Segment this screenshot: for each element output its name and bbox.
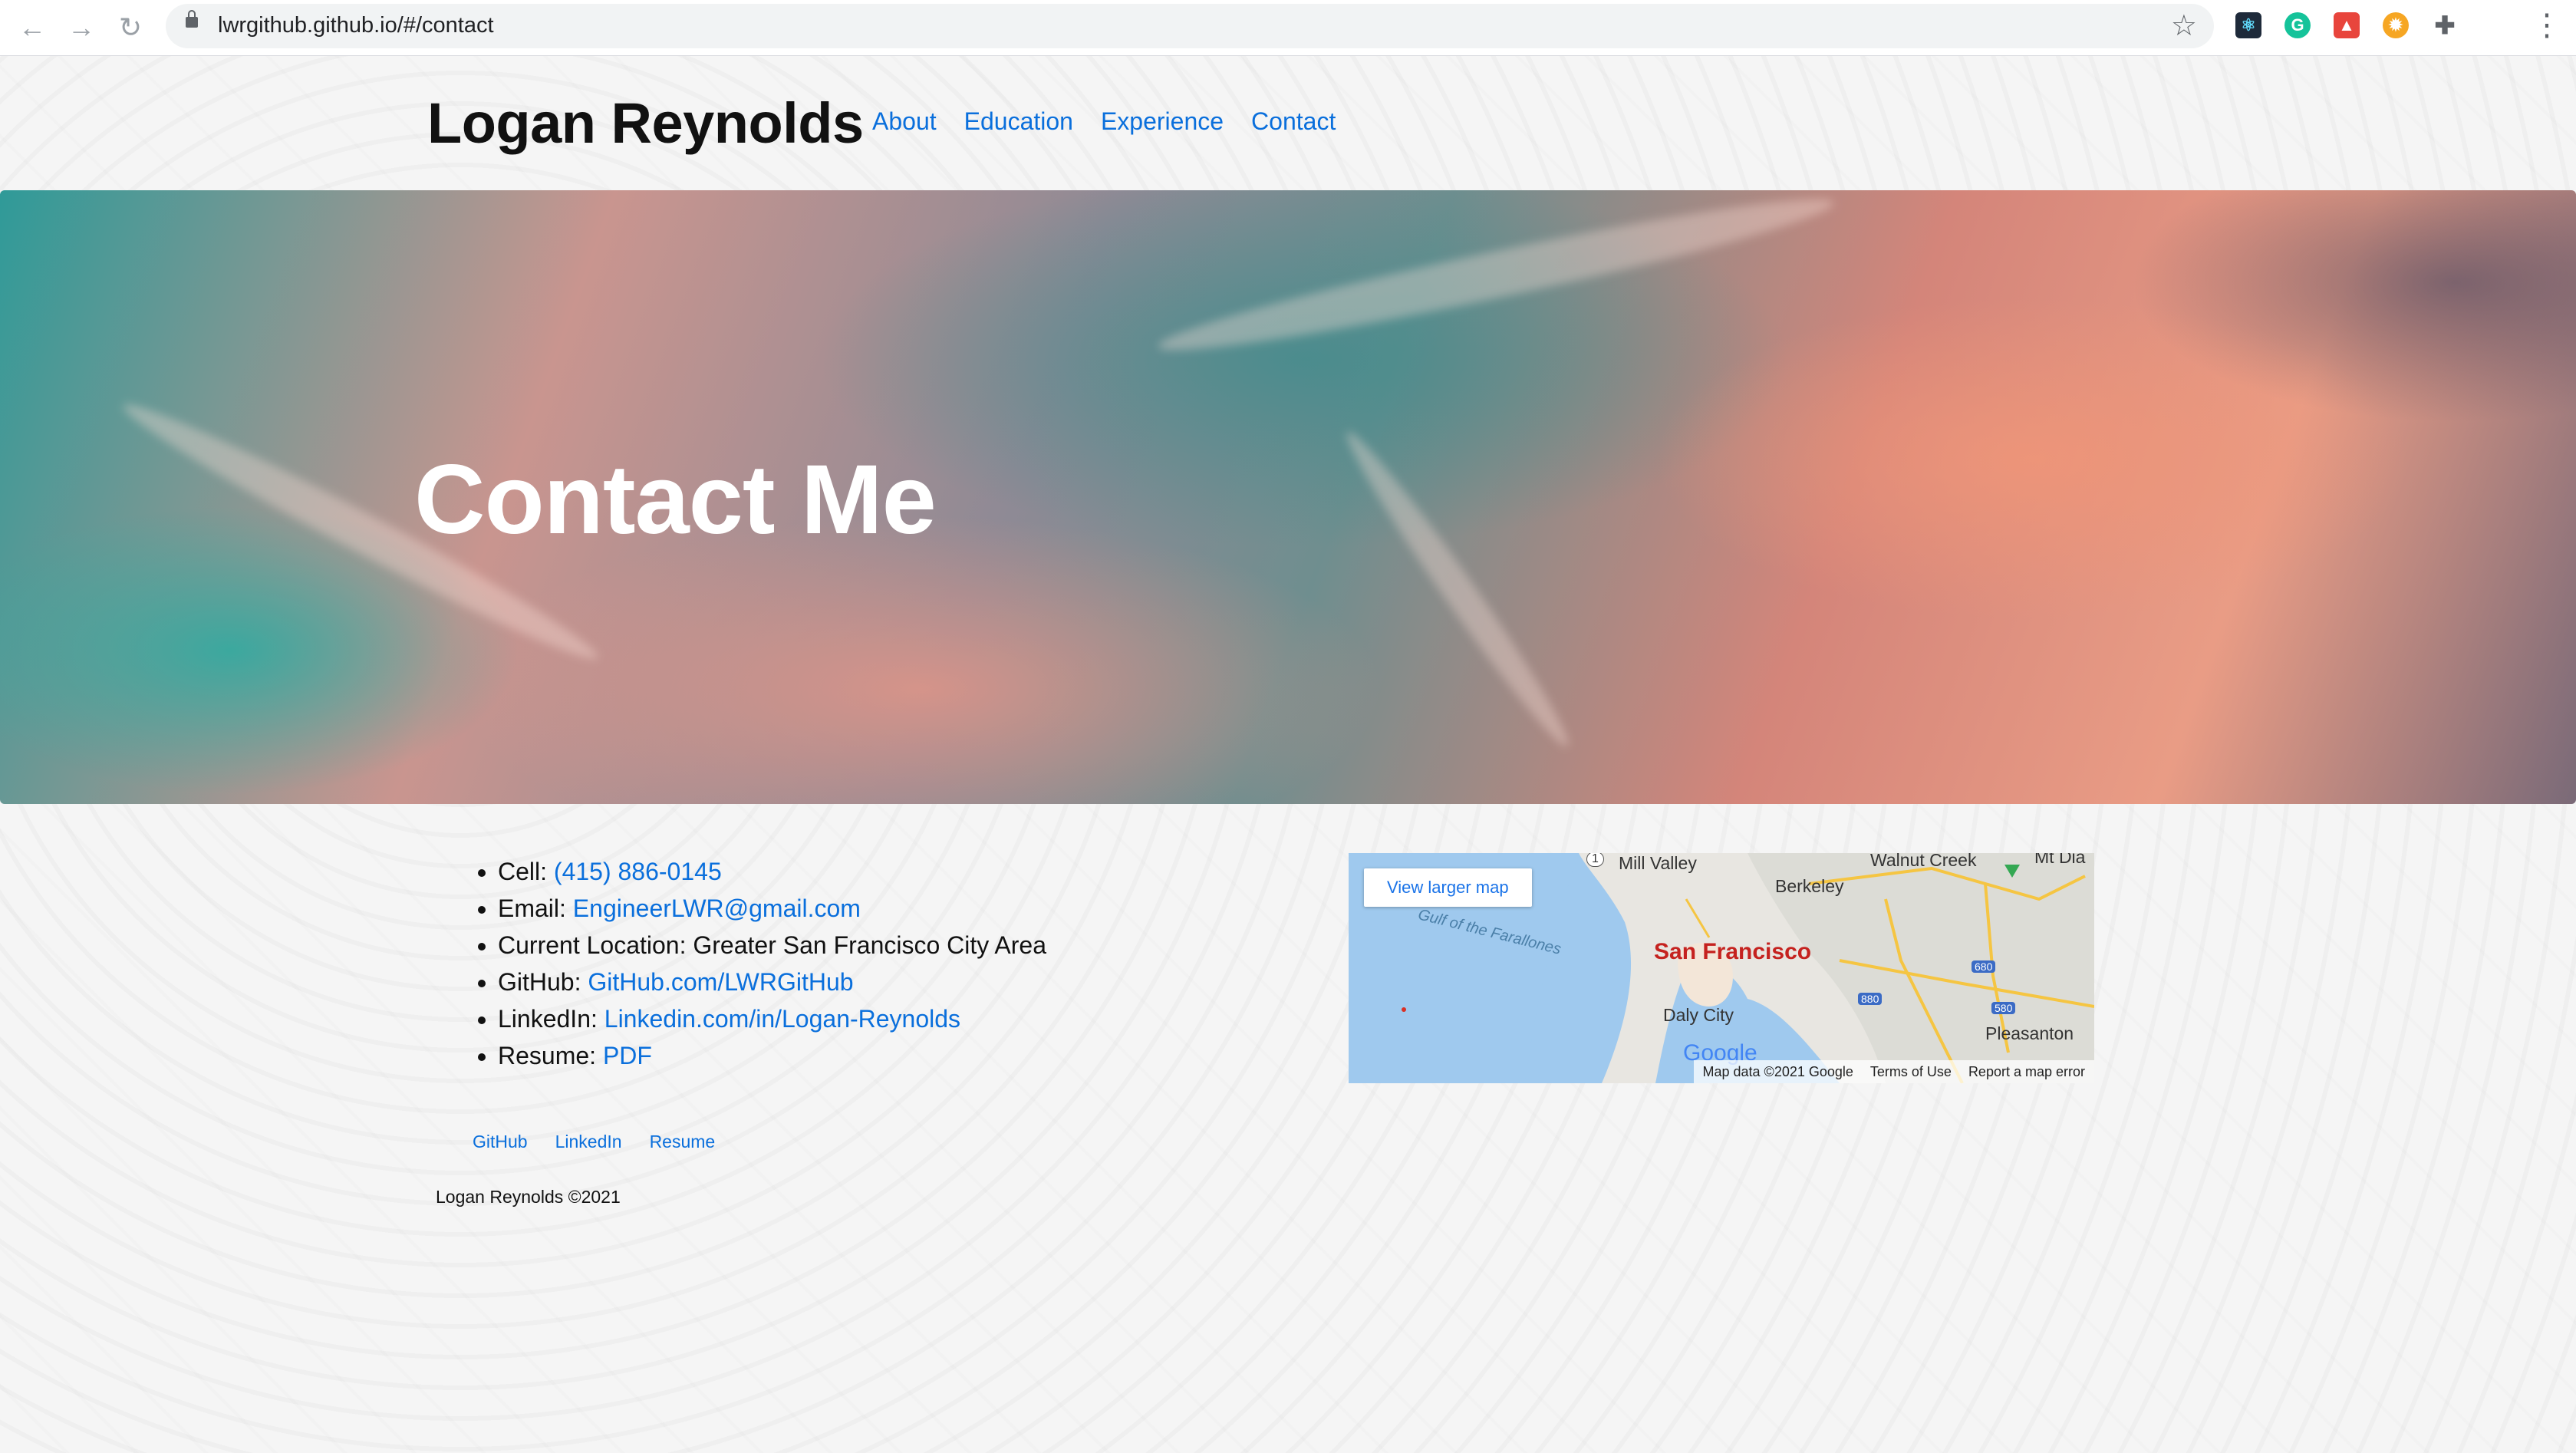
linkedin-link[interactable]: Linkedin.com/in/Logan-Reynolds: [604, 1005, 960, 1033]
hero-banner: Contact Me: [0, 190, 2576, 804]
footer-linkedin-link[interactable]: LinkedIn: [555, 1132, 622, 1152]
contact-resume: Resume: PDF: [498, 1037, 1046, 1074]
browser-toolbar: ← → ↻ lwrgithub.github.io/#/contact ☆ ⚛ …: [0, 0, 2576, 56]
contact-list: Cell: (415) 886-0145 Email: EngineerLWR@…: [470, 853, 1046, 1074]
contact-email: Email: EngineerLWR@gmail.com: [498, 890, 1046, 927]
gear-extension-icon[interactable]: ✹: [2383, 12, 2409, 38]
contact-github: GitHub: GitHub.com/LWRGitHub: [498, 964, 1046, 1000]
footer-github-link[interactable]: GitHub: [473, 1132, 528, 1152]
nav-education[interactable]: Education: [964, 107, 1073, 136]
nav-contact[interactable]: Contact: [1251, 107, 1336, 136]
footer-resume-link[interactable]: Resume: [650, 1132, 716, 1152]
hero-title: Contact Me: [414, 445, 937, 555]
contact-location: Current Location: Greater San Francisco …: [498, 927, 1046, 964]
map-label-mill-valley: Mill Valley: [1619, 853, 1697, 873]
contact-linkedin: LinkedIn: Linkedin.com/in/Logan-Reynolds: [498, 1000, 1046, 1037]
i680-shield: 680: [1972, 960, 1996, 973]
cloud-streak: [1153, 190, 1839, 369]
url-text[interactable]: lwrgithub.github.io/#/contact: [218, 13, 494, 38]
extensions-puzzle-icon[interactable]: ✚: [2432, 12, 2458, 39]
bookmark-star-icon[interactable]: ☆: [2171, 8, 2197, 43]
map-label-mt-diablo: Mt Dia: [2034, 853, 2086, 867]
view-larger-map-button[interactable]: View larger map: [1364, 868, 1532, 907]
map-report-error-link[interactable]: Report a map error: [1968, 1064, 2085, 1080]
map-footer: Map data ©2021 Google Terms of Use Repor…: [1693, 1060, 2094, 1083]
map-label-pleasanton: Pleasanton: [1985, 1023, 2074, 1043]
grammarly-extension-icon[interactable]: G: [2284, 12, 2311, 38]
map-data-attribution: Map data ©2021 Google: [1702, 1063, 1853, 1079]
lighthouse-extension-icon[interactable]: ▲: [2334, 12, 2360, 38]
lock-icon: [186, 10, 198, 28]
embedded-map[interactable]: View larger map 1 Mill Valley Walnut Cre…: [1349, 853, 2094, 1083]
map-label-daly-city: Daly City: [1663, 1005, 1734, 1025]
map-label-walnut-creek: Walnut Creek: [1870, 853, 1977, 870]
back-icon[interactable]: ←: [12, 8, 52, 48]
forward-icon[interactable]: →: [61, 8, 101, 48]
i880-shield: 880: [1858, 993, 1883, 1005]
react-devtools-extension-icon[interactable]: ⚛: [2235, 12, 2261, 38]
map-terms-link[interactable]: Terms of Use: [1870, 1064, 1952, 1080]
map-label-san-francisco: San Francisco: [1654, 939, 1812, 964]
address-bar[interactable]: lwrgithub.github.io/#/contact ☆: [166, 4, 2214, 48]
map-label-berkeley: Berkeley: [1775, 876, 1844, 896]
resume-pdf-link[interactable]: PDF: [603, 1042, 652, 1069]
site-title[interactable]: Logan Reynolds: [427, 91, 864, 156]
contact-cell: Cell: (415) 886-0145: [498, 853, 1046, 890]
browser-menu-icon[interactable]: ⋮: [2532, 8, 2562, 43]
cloud-streak: [1335, 423, 1580, 756]
nav-experience[interactable]: Experience: [1101, 107, 1224, 136]
email-link[interactable]: EngineerLWR@gmail.com: [573, 895, 861, 922]
i580-shield: 580: [1991, 1002, 2016, 1014]
copyright-text: Logan Reynolds ©2021: [436, 1187, 621, 1207]
main-nav: About Education Experience Contact: [872, 107, 1336, 136]
reload-icon[interactable]: ↻: [110, 8, 150, 48]
nav-about[interactable]: About: [872, 107, 937, 136]
github-link[interactable]: GitHub.com/LWRGitHub: [588, 968, 853, 996]
route-1-shield: 1: [1586, 853, 1604, 867]
cell-link[interactable]: (415) 886-0145: [554, 858, 722, 885]
footer-links: GitHub LinkedIn Resume: [473, 1132, 715, 1152]
